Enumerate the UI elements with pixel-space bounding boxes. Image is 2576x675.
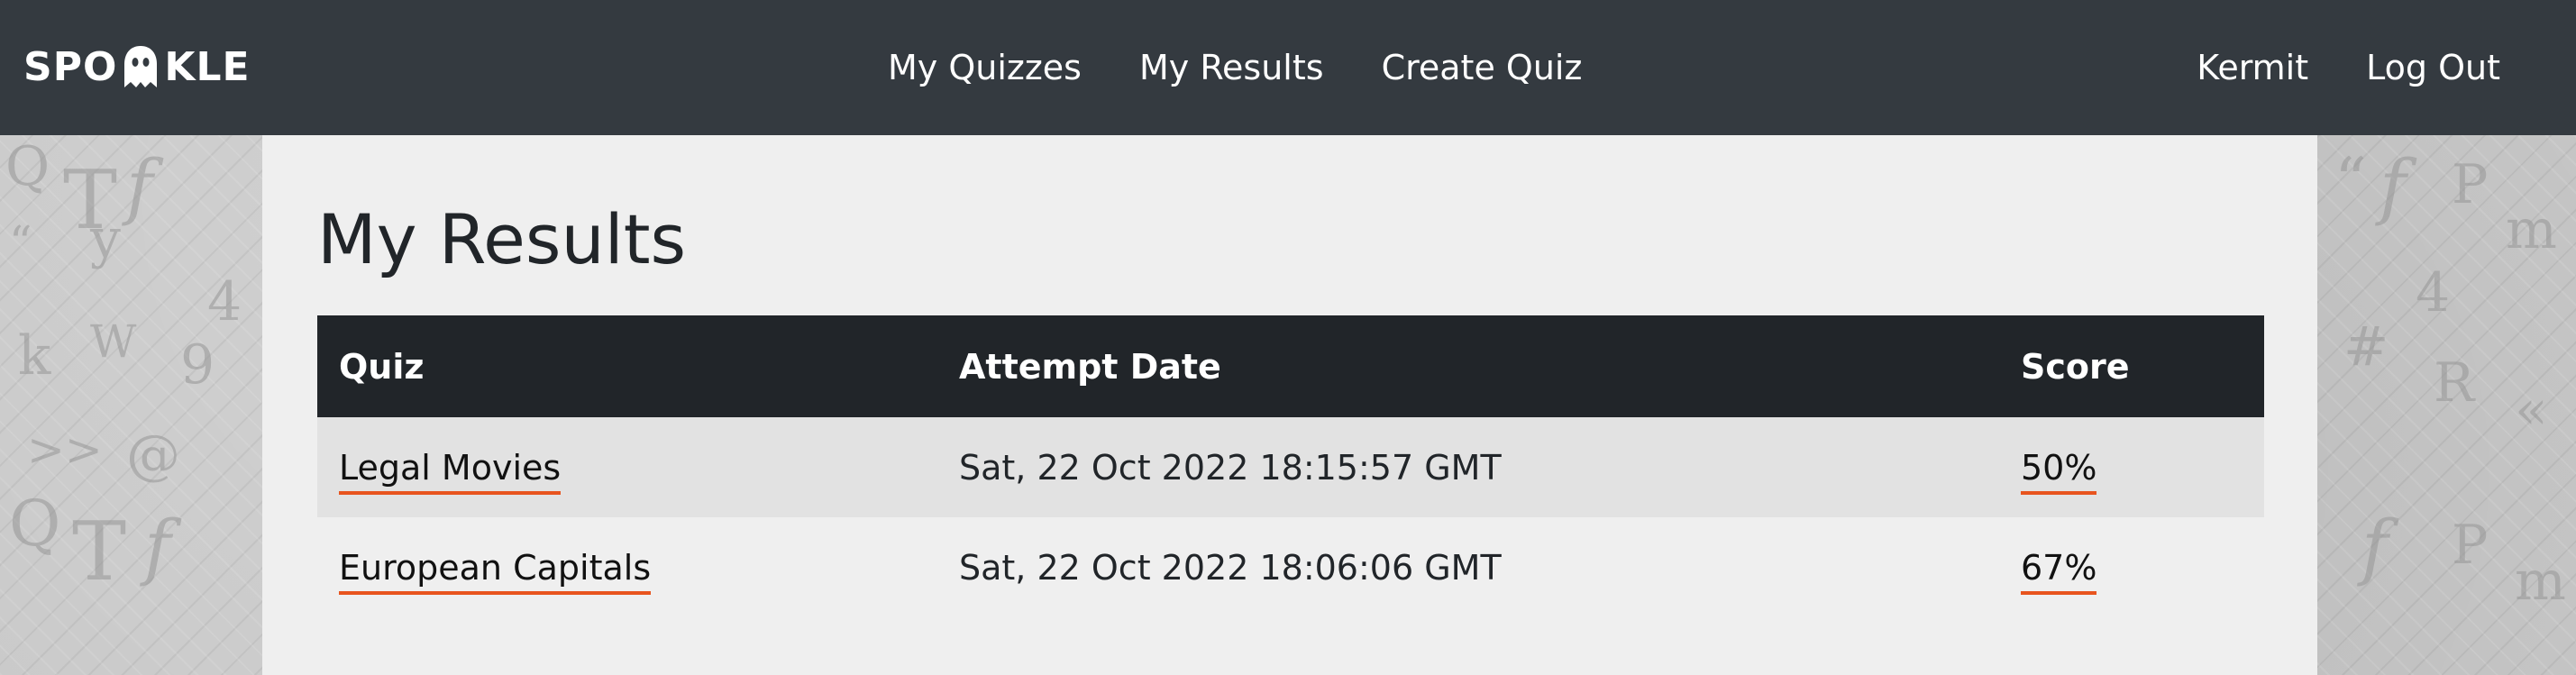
quiz-link[interactable]: Legal Movies xyxy=(339,447,562,495)
ghost-icon xyxy=(124,46,158,87)
background-glyph: k xyxy=(18,324,51,388)
logo-text-left: SPO xyxy=(23,43,118,90)
background-glyph: f xyxy=(2380,144,2407,228)
background-glyph: « xyxy=(2515,379,2548,442)
background-glyph: f xyxy=(144,505,171,588)
background-glyph: “ xyxy=(2334,144,2367,218)
background-glyph: @ xyxy=(126,424,180,487)
background-glyph: Q xyxy=(5,135,50,198)
nav-my-quizzes[interactable]: My Quizzes xyxy=(888,48,1082,87)
score-link[interactable]: 67% xyxy=(2021,547,2097,595)
background-glyph: m xyxy=(2506,198,2557,261)
background-glyph: m xyxy=(2515,550,2566,613)
background-glyph: 4 xyxy=(2416,261,2451,324)
attempt-date-cell: Sat, 22 Oct 2022 18:06:06 GMT xyxy=(959,547,1502,588)
results-card: My Results Quiz Attempt Date Score Legal… xyxy=(262,135,2317,675)
logo-link[interactable]: SPO KLE xyxy=(23,41,251,92)
attempt-date-cell: Sat, 22 Oct 2022 18:15:57 GMT xyxy=(959,447,1502,488)
nav-create-quiz[interactable]: Create Quiz xyxy=(1382,48,1583,87)
page-title: My Results xyxy=(317,199,687,279)
background-glyph: T xyxy=(72,505,127,599)
main-nav: My Quizzes My Results Create Quiz xyxy=(888,0,1582,135)
background-glyph: 9 xyxy=(180,333,215,397)
background-glyph: P xyxy=(2452,153,2489,216)
background-glyph: W xyxy=(90,315,137,368)
background-glyph: f xyxy=(2361,505,2389,588)
table-row: European Capitals Sat, 22 Oct 2022 18:06… xyxy=(317,517,2264,617)
background-glyph: # xyxy=(2343,315,2389,379)
table-row: Legal Movies Sat, 22 Oct 2022 18:15:57 G… xyxy=(317,417,2264,517)
nav-user-profile[interactable]: Kermit xyxy=(2197,48,2308,87)
quiz-cell: European Capitals xyxy=(317,517,937,617)
table-header-row: Quiz Attempt Date Score xyxy=(317,315,2264,417)
background-glyph: y xyxy=(90,207,121,270)
background-glyph: f xyxy=(126,144,153,228)
column-header-score: Score xyxy=(2021,346,2130,387)
background-glyph: “ xyxy=(9,216,32,269)
nav-my-results[interactable]: My Results xyxy=(1139,48,1324,87)
results-table: Quiz Attempt Date Score Legal Movies Sat… xyxy=(317,315,2264,617)
score-cell: 50% xyxy=(1999,417,2264,517)
background-glyph: R xyxy=(2434,351,2475,415)
background-glyph: P xyxy=(2452,514,2489,577)
background-glyph: 4 xyxy=(207,270,242,333)
column-header-attempt-date: Attempt Date xyxy=(959,346,1221,387)
quiz-cell: Legal Movies xyxy=(317,417,937,517)
nav-log-out[interactable]: Log Out xyxy=(2366,48,2500,87)
quiz-link[interactable]: European Capitals xyxy=(339,547,652,595)
user-nav: Kermit Log Out xyxy=(2197,0,2500,135)
score-link[interactable]: 50% xyxy=(2021,447,2097,495)
logo-text-right: KLE xyxy=(164,43,251,90)
score-cell: 67% xyxy=(1999,517,2264,617)
background-glyph: >> xyxy=(27,424,103,476)
column-header-quiz: Quiz xyxy=(339,346,425,387)
background-glyph: Q xyxy=(9,487,61,561)
top-navbar: SPO KLE My Quizzes My Results Create Qui… xyxy=(0,0,2576,135)
